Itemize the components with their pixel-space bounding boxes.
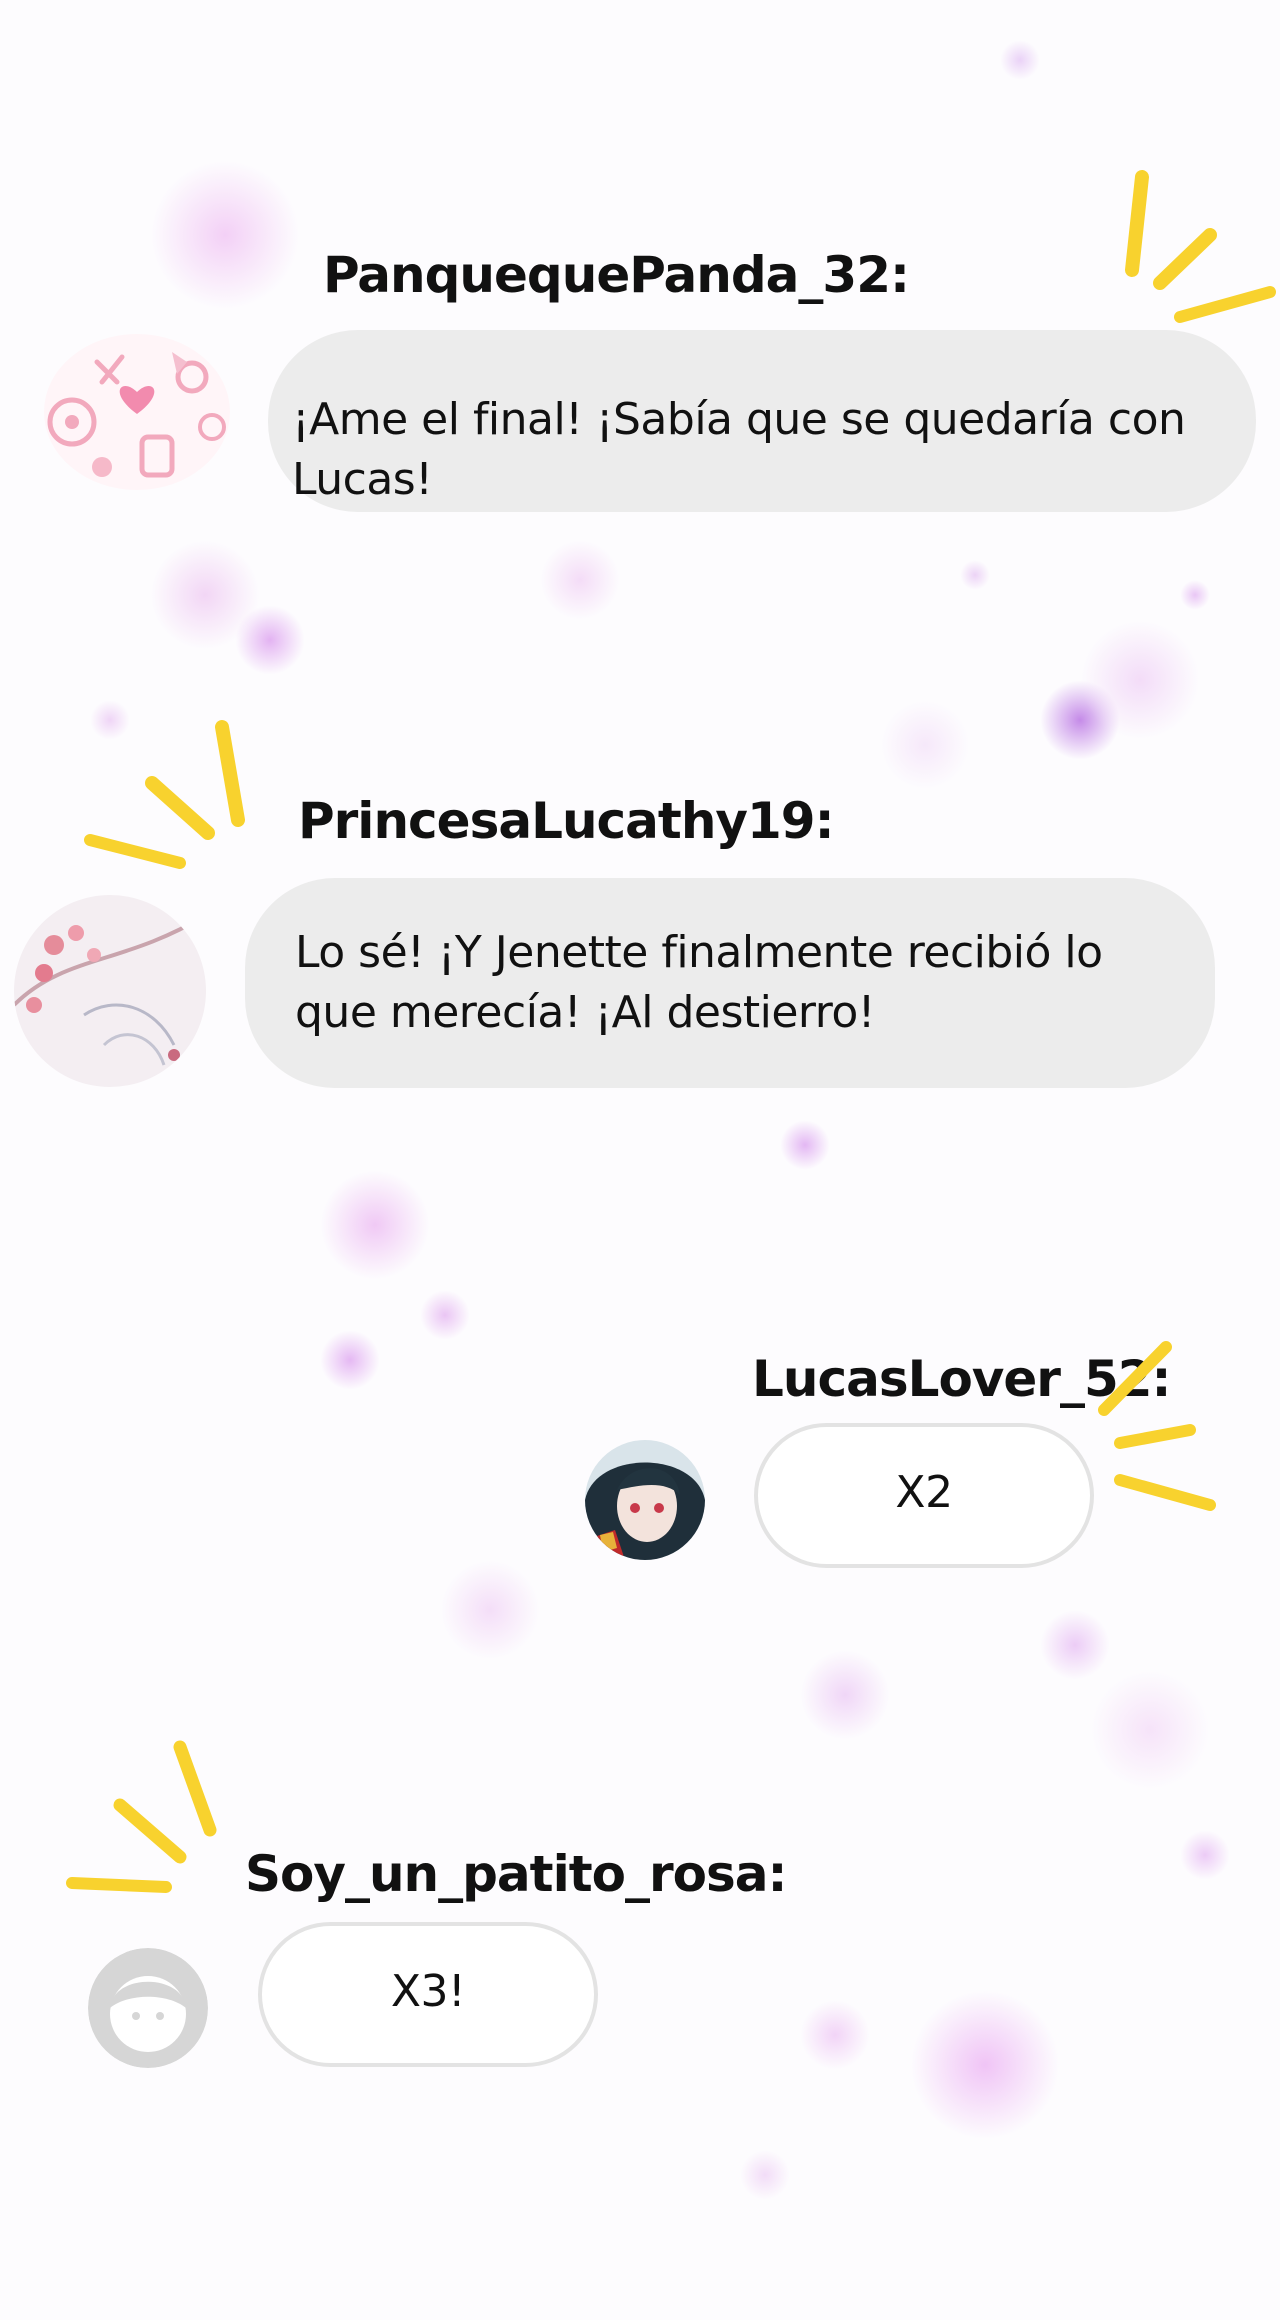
sweets-pattern-avatar[interactable] xyxy=(42,332,232,492)
anime-character-avatar[interactable] xyxy=(585,1440,705,1560)
message-bubble: Lo sé! ¡Y Jenette finalmente recibió lo … xyxy=(245,878,1215,1088)
message-bubble: X2 xyxy=(754,1423,1094,1568)
pink-blossom-avatar[interactable] xyxy=(14,895,206,1087)
message-bubble: X3! xyxy=(258,1922,598,2067)
default-user-avatar[interactable] xyxy=(88,1948,208,2068)
yellow-burst-icon xyxy=(1125,170,1276,323)
yellow-burst-icon xyxy=(84,720,245,869)
message-text: X2 xyxy=(895,1467,953,1518)
message-text: ¡Ame el final! ¡Sabía que se quedaría co… xyxy=(292,394,1186,505)
username: PanquequePanda_32: xyxy=(323,246,910,304)
yellow-burst-icon xyxy=(66,1740,217,1893)
yellow-burst-icon xyxy=(1098,1341,1216,1511)
message-text: Lo sé! ¡Y Jenette finalmente recibió lo … xyxy=(295,927,1103,1038)
username: PrincesaLucathy19: xyxy=(298,792,835,850)
message-text: X3! xyxy=(390,1966,466,2017)
username: Soy_un_patito_rosa: xyxy=(245,1845,787,1903)
message-bubble: ¡Ame el final! ¡Sabía que se quedaría co… xyxy=(268,330,1256,512)
